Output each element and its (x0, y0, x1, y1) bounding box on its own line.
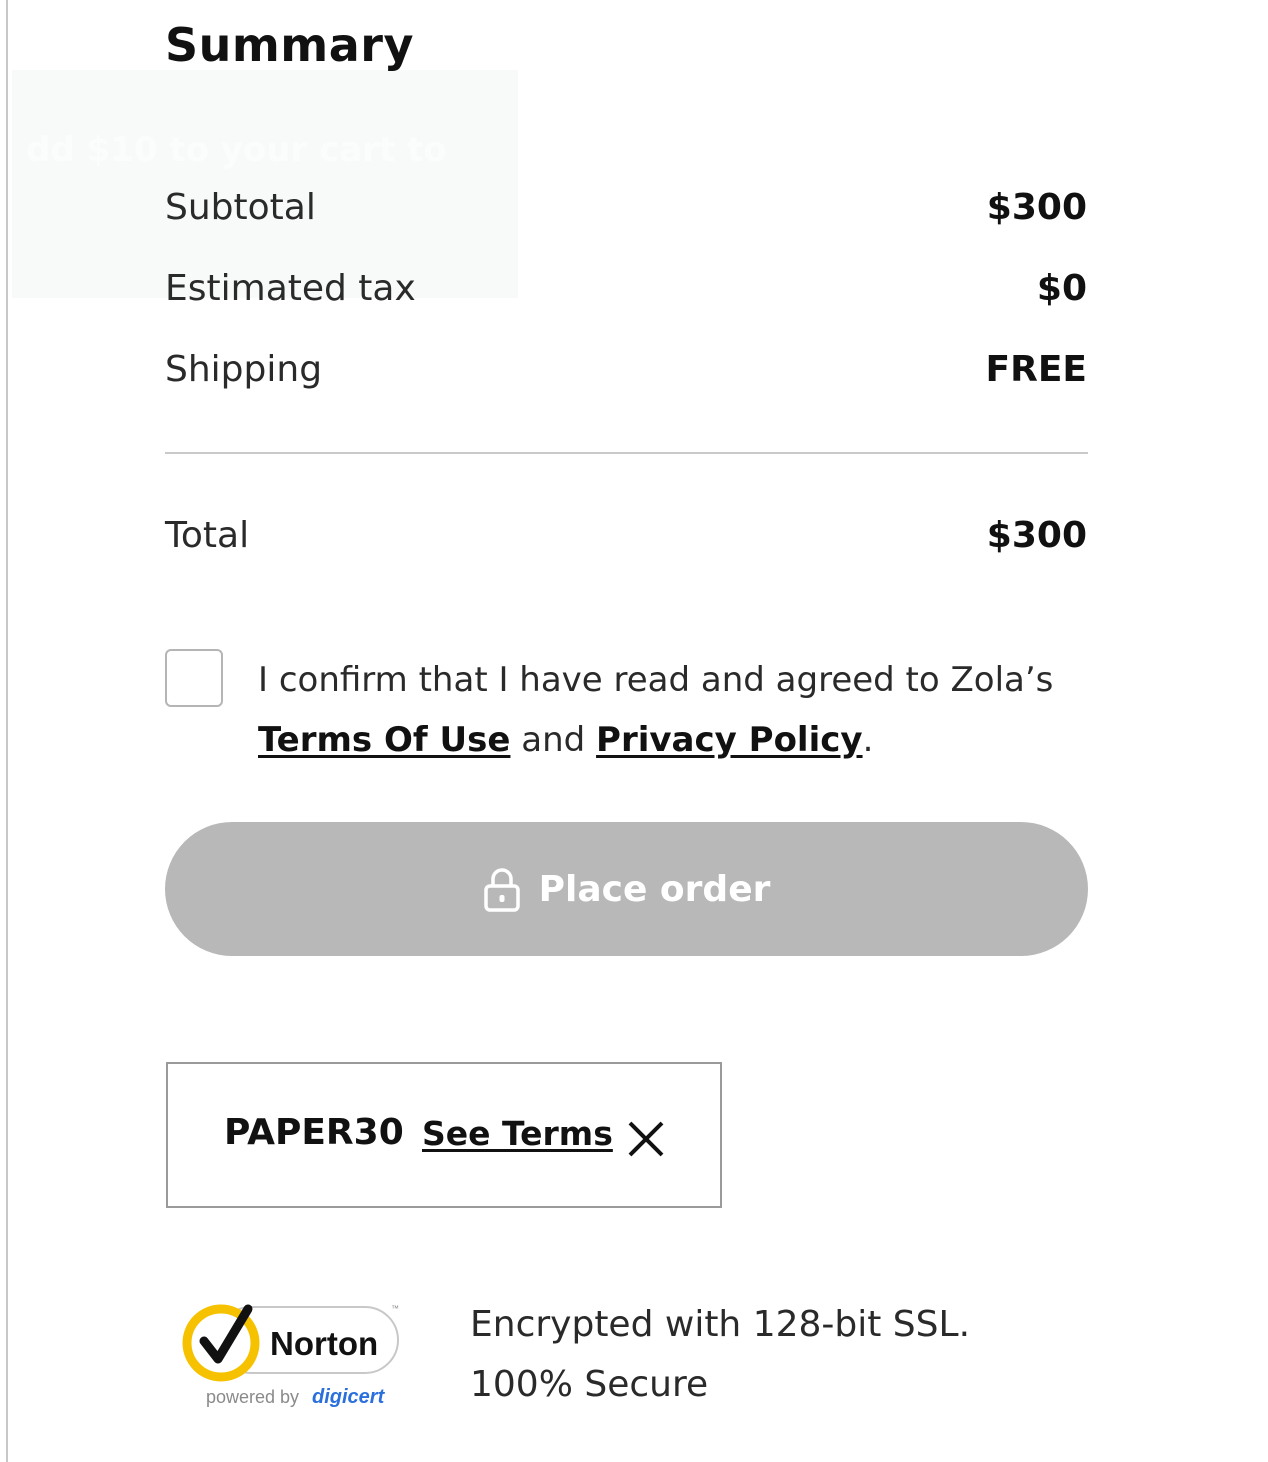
terms-agreement-checkbox[interactable] (165, 649, 223, 707)
svg-text:™: ™ (391, 1304, 399, 1313)
applied-promo-code: PAPER30 See Terms (166, 1062, 722, 1208)
subtotal-label: Subtotal (165, 186, 316, 228)
estimated-tax-label: Estimated tax (165, 267, 416, 309)
agreement-prefix: I confirm that I have read and agreed to… (258, 660, 1054, 700)
total-label: Total (165, 514, 250, 556)
summary-divider (165, 452, 1088, 454)
shipping-row: Shipping FREE (165, 344, 1087, 394)
shipping-value: FREE (985, 348, 1088, 390)
subtotal-row: Subtotal $300 (165, 182, 1087, 232)
place-order-label: Place order (538, 868, 771, 910)
terms-agreement-text: I confirm that I have read and agreed to… (258, 650, 1058, 770)
estimated-tax-value: $0 (1036, 267, 1087, 309)
privacy-policy-link[interactable]: Privacy Policy (596, 720, 863, 760)
close-icon[interactable] (626, 1119, 666, 1159)
svg-text:Norton: Norton (270, 1325, 378, 1362)
agreement-and: and (510, 720, 597, 760)
promo-code-text: PAPER30 (224, 1112, 404, 1153)
ssl-line-2: 100% Secure (470, 1364, 709, 1405)
svg-text:digicert: digicert (312, 1386, 386, 1408)
svg-text:powered by: powered by (206, 1387, 299, 1407)
total-row: Total $300 (165, 510, 1087, 560)
estimated-tax-row: Estimated tax $0 (165, 263, 1087, 313)
shipping-label: Shipping (165, 348, 323, 390)
panel-left-border (6, 0, 8, 1462)
ssl-security-text: Encrypted with 128-bit SSL. 100% Secure (470, 1295, 970, 1415)
place-order-button[interactable]: Place order (165, 822, 1088, 956)
ssl-line-1: Encrypted with 128-bit SSL. (470, 1304, 971, 1345)
subtotal-value: $300 (986, 186, 1087, 228)
agreement-suffix: . (862, 720, 874, 760)
terms-of-use-link[interactable]: Terms Of Use (258, 720, 510, 760)
ghost-banner-text: dd $10 to your cart to (26, 130, 447, 170)
total-value: $300 (986, 514, 1087, 556)
lock-icon (483, 868, 520, 912)
summary-title: Summary (165, 18, 414, 72)
see-terms-link[interactable]: See Terms (422, 1114, 613, 1153)
norton-seal-badge: Norton ™ powered by digicert (182, 1304, 399, 1408)
